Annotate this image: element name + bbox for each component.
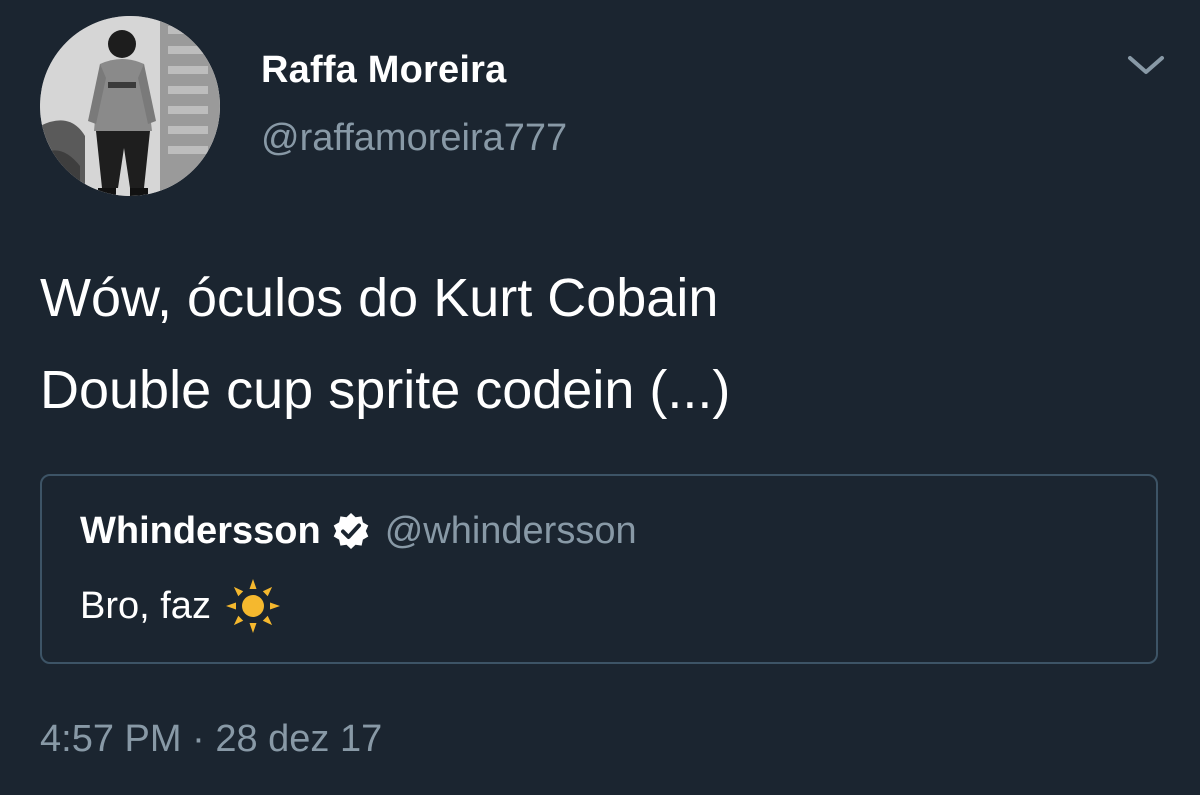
tweet-text-line: Wów, óculos do Kurt Cobain xyxy=(40,268,719,328)
avatar[interactable] xyxy=(40,16,220,196)
quoted-tweet-text: Bro, faz xyxy=(80,584,211,627)
quoted-tweet-header: Whindersson @whindersson xyxy=(80,506,637,556)
tweet-date: 28 dez 17 xyxy=(215,718,383,760)
quoted-author-name: Whindersson xyxy=(80,509,321,552)
sun-icon xyxy=(225,579,280,633)
tweet-timestamp[interactable]: 4:57 PM · 28 dez 17 xyxy=(40,718,382,761)
chevron-down-icon xyxy=(1128,56,1164,74)
quoted-author-handle: @whindersson xyxy=(384,509,637,552)
tweet-text: Wów, óculos do Kurt Cobain Double cup sp… xyxy=(40,252,1160,436)
tweet-menu-button[interactable] xyxy=(1124,50,1168,80)
author-display-name[interactable]: Raffa Moreira xyxy=(261,49,506,92)
tweet-time: 4:57 PM xyxy=(40,718,182,760)
quoted-tweet-card[interactable]: Whindersson @whindersson Bro, faz xyxy=(40,474,1158,664)
author-handle[interactable]: @raffamoreira777 xyxy=(261,117,567,160)
verified-badge-icon xyxy=(333,513,368,549)
timestamp-separator: · xyxy=(192,718,205,760)
quoted-tweet-body: Bro, faz xyxy=(80,578,281,634)
tweet: Raffa Moreira @raffamoreira777 Wów, ócul… xyxy=(0,0,1200,795)
profile-photo xyxy=(40,16,220,196)
tweet-text-line: Double cup sprite codein (...) xyxy=(40,360,731,420)
